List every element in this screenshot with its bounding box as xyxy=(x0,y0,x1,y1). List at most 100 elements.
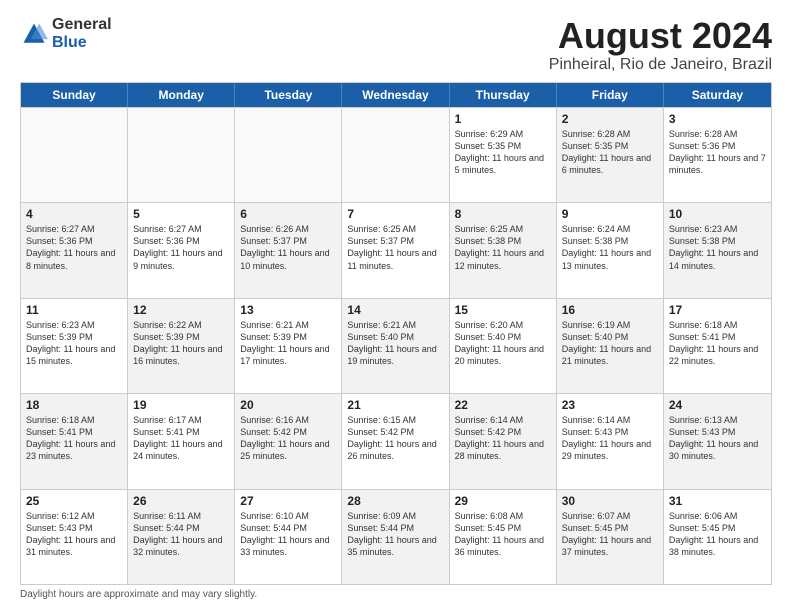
day-number: 11 xyxy=(26,303,122,317)
day-of-week-header: Friday xyxy=(557,83,664,107)
calendar-cell: 16Sunrise: 6:19 AM Sunset: 5:40 PM Dayli… xyxy=(557,299,664,393)
day-number: 17 xyxy=(669,303,766,317)
day-info: Sunrise: 6:14 AM Sunset: 5:43 PM Dayligh… xyxy=(562,414,658,463)
logo-text: General Blue xyxy=(52,16,112,51)
day-info: Sunrise: 6:15 AM Sunset: 5:42 PM Dayligh… xyxy=(347,414,443,463)
calendar-cell: 14Sunrise: 6:21 AM Sunset: 5:40 PM Dayli… xyxy=(342,299,449,393)
calendar-cell: 22 Sunrise: 6:14 AM Sunset: 5:42 PM Dayli… xyxy=(450,394,557,488)
calendar-cell xyxy=(21,108,128,202)
day-info: Sunrise: 6:07 AM Sunset: 5:45 PM Dayligh… xyxy=(562,510,658,559)
calendar-cell xyxy=(235,108,342,202)
day-number: 30 xyxy=(562,494,658,508)
logo-icon xyxy=(20,20,48,48)
day-info: Sunrise: 6:25 AM Sunset: 5:37 PM Dayligh… xyxy=(347,223,443,272)
calendar-cell: 13Sunrise: 6:21 AM Sunset: 5:39 PM Dayli… xyxy=(235,299,342,393)
calendar-cell: 29 Sunrise: 6:08 AM Sunset: 5:45 PM Dayli… xyxy=(450,490,557,584)
day-info: Sunrise: 6:27 AM Sunset: 5:36 PM Dayligh… xyxy=(133,223,229,272)
calendar-cell: 27Sunrise: 6:10 AM Sunset: 5:44 PM Dayli… xyxy=(235,490,342,584)
day-number: 25 xyxy=(26,494,122,508)
calendar-cell: 19 Sunrise: 6:17 AM Sunset: 5:41 PM Dayli… xyxy=(128,394,235,488)
day-info: Sunrise: 6:20 AM Sunset: 5:40 PM Dayligh… xyxy=(455,319,551,368)
calendar-cell: 4 Sunrise: 6:27 AM Sunset: 5:36 PM Daylig… xyxy=(21,203,128,297)
day-info: Sunrise: 6:08 AM Sunset: 5:45 PM Dayligh… xyxy=(455,510,551,559)
day-number: 9 xyxy=(562,207,658,221)
day-info: Sunrise: 6:27 AM Sunset: 5:36 PM Dayligh… xyxy=(26,223,122,272)
day-info: Sunrise: 6:19 AM Sunset: 5:40 PM Dayligh… xyxy=(562,319,658,368)
calendar-cell: 7 Sunrise: 6:25 AM Sunset: 5:37 PM Daylig… xyxy=(342,203,449,297)
day-info: Sunrise: 6:18 AM Sunset: 5:41 PM Dayligh… xyxy=(669,319,766,368)
calendar-cell: 6Sunrise: 6:26 AM Sunset: 5:37 PM Daylig… xyxy=(235,203,342,297)
calendar-cell: 18Sunrise: 6:18 AM Sunset: 5:41 PM Dayli… xyxy=(21,394,128,488)
day-info: Sunrise: 6:28 AM Sunset: 5:36 PM Dayligh… xyxy=(669,128,766,177)
day-number: 19 xyxy=(133,398,229,412)
day-info: Sunrise: 6:12 AM Sunset: 5:43 PM Dayligh… xyxy=(26,510,122,559)
day-number: 29 xyxy=(455,494,551,508)
day-number: 23 xyxy=(562,398,658,412)
day-number: 15 xyxy=(455,303,551,317)
calendar-cell: 9Sunrise: 6:24 AM Sunset: 5:38 PM Daylig… xyxy=(557,203,664,297)
day-info: Sunrise: 6:06 AM Sunset: 5:45 PM Dayligh… xyxy=(669,510,766,559)
day-info: Sunrise: 6:14 AM Sunset: 5:42 PM Dayligh… xyxy=(455,414,551,463)
day-info: Sunrise: 6:17 AM Sunset: 5:41 PM Dayligh… xyxy=(133,414,229,463)
day-number: 31 xyxy=(669,494,766,508)
day-number: 8 xyxy=(455,207,551,221)
logo: General Blue xyxy=(20,16,112,51)
calendar-cell: 1 Sunrise: 6:29 AM Sunset: 5:35 PM Daylig… xyxy=(450,108,557,202)
title-block: August 2024 Pinheiral, Rio de Janeiro, B… xyxy=(549,16,772,74)
day-of-week-header: Monday xyxy=(128,83,235,107)
day-of-week-header: Thursday xyxy=(450,83,557,107)
day-number: 24 xyxy=(669,398,766,412)
page: General Blue August 2024 Pinheiral, Rio … xyxy=(0,0,792,612)
day-of-week-header: Wednesday xyxy=(342,83,449,107)
day-of-week-header: Sunday xyxy=(21,83,128,107)
footer-note: Daylight hours are approximate and may v… xyxy=(20,589,772,600)
day-number: 5 xyxy=(133,207,229,221)
day-info: Sunrise: 6:28 AM Sunset: 5:35 PM Dayligh… xyxy=(562,128,658,177)
calendar-row: 11 Sunrise: 6:23 AM Sunset: 5:39 PM Dayli… xyxy=(21,298,771,393)
day-number: 18 xyxy=(26,398,122,412)
day-number: 7 xyxy=(347,207,443,221)
calendar-cell: 21 Sunrise: 6:15 AM Sunset: 5:42 PM Dayli… xyxy=(342,394,449,488)
calendar-cell: 28Sunrise: 6:09 AM Sunset: 5:44 PM Dayli… xyxy=(342,490,449,584)
day-info: Sunrise: 6:29 AM Sunset: 5:35 PM Dayligh… xyxy=(455,128,551,177)
calendar-header: SundayMondayTuesdayWednesdayThursdayFrid… xyxy=(21,83,771,107)
calendar-cell: 30 Sunrise: 6:07 AM Sunset: 5:45 PM Dayli… xyxy=(557,490,664,584)
day-info: Sunrise: 6:21 AM Sunset: 5:40 PM Dayligh… xyxy=(347,319,443,368)
day-number: 22 xyxy=(455,398,551,412)
day-info: Sunrise: 6:16 AM Sunset: 5:42 PM Dayligh… xyxy=(240,414,336,463)
day-of-week-header: Tuesday xyxy=(235,83,342,107)
calendar-cell: 17 Sunrise: 6:18 AM Sunset: 5:41 PM Dayli… xyxy=(664,299,771,393)
calendar-cell: 26Sunrise: 6:11 AM Sunset: 5:44 PM Dayli… xyxy=(128,490,235,584)
day-number: 27 xyxy=(240,494,336,508)
header: General Blue August 2024 Pinheiral, Rio … xyxy=(20,16,772,74)
calendar-row: 18Sunrise: 6:18 AM Sunset: 5:41 PM Dayli… xyxy=(21,393,771,488)
day-info: Sunrise: 6:13 AM Sunset: 5:43 PM Dayligh… xyxy=(669,414,766,463)
calendar-cell xyxy=(342,108,449,202)
day-info: Sunrise: 6:23 AM Sunset: 5:38 PM Dayligh… xyxy=(669,223,766,272)
calendar-cell: 12Sunrise: 6:22 AM Sunset: 5:39 PM Dayli… xyxy=(128,299,235,393)
day-number: 28 xyxy=(347,494,443,508)
day-of-week-header: Saturday xyxy=(664,83,771,107)
calendar-cell: 25 Sunrise: 6:12 AM Sunset: 5:43 PM Dayli… xyxy=(21,490,128,584)
day-number: 4 xyxy=(26,207,122,221)
calendar-cell: 5 Sunrise: 6:27 AM Sunset: 5:36 PM Daylig… xyxy=(128,203,235,297)
day-number: 20 xyxy=(240,398,336,412)
day-number: 26 xyxy=(133,494,229,508)
day-info: Sunrise: 6:23 AM Sunset: 5:39 PM Dayligh… xyxy=(26,319,122,368)
day-number: 13 xyxy=(240,303,336,317)
month-year-title: August 2024 xyxy=(549,16,772,56)
logo-general: General xyxy=(52,16,112,34)
calendar: SundayMondayTuesdayWednesdayThursdayFrid… xyxy=(20,82,772,585)
calendar-cell: 15 Sunrise: 6:20 AM Sunset: 5:40 PM Dayli… xyxy=(450,299,557,393)
day-number: 1 xyxy=(455,112,551,126)
calendar-cell: 20 Sunrise: 6:16 AM Sunset: 5:42 PM Dayli… xyxy=(235,394,342,488)
calendar-row: 4 Sunrise: 6:27 AM Sunset: 5:36 PM Daylig… xyxy=(21,202,771,297)
day-number: 21 xyxy=(347,398,443,412)
calendar-cell: 24 Sunrise: 6:13 AM Sunset: 5:43 PM Dayli… xyxy=(664,394,771,488)
day-info: Sunrise: 6:25 AM Sunset: 5:38 PM Dayligh… xyxy=(455,223,551,272)
logo-blue: Blue xyxy=(52,34,112,52)
day-info: Sunrise: 6:26 AM Sunset: 5:37 PM Dayligh… xyxy=(240,223,336,272)
calendar-cell: 3Sunrise: 6:28 AM Sunset: 5:36 PM Daylig… xyxy=(664,108,771,202)
calendar-cell: 23 Sunrise: 6:14 AM Sunset: 5:43 PM Dayli… xyxy=(557,394,664,488)
calendar-cell: 31 Sunrise: 6:06 AM Sunset: 5:45 PM Dayli… xyxy=(664,490,771,584)
